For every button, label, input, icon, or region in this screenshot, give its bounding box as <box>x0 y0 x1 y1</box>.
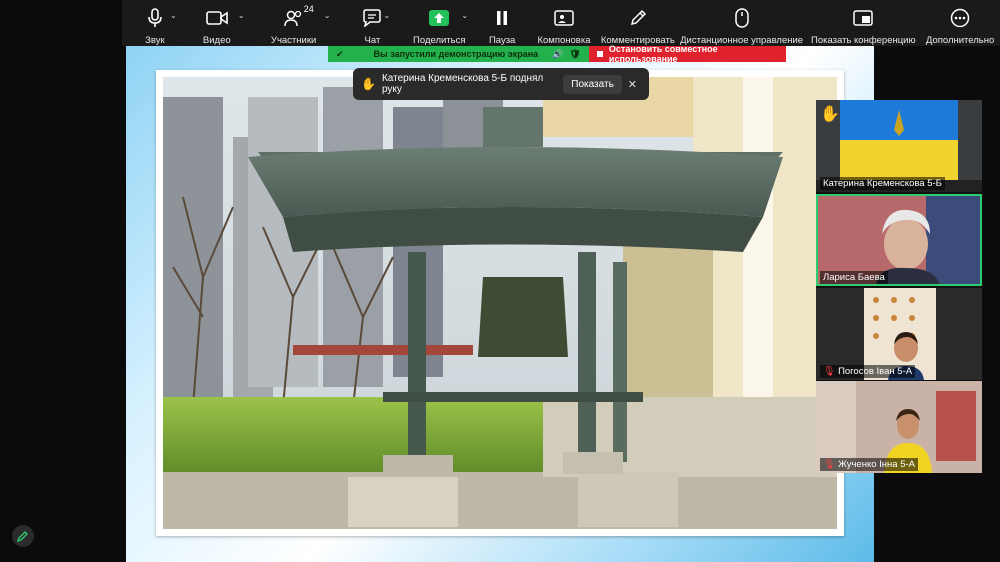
notification-text: Катерина Кременскова 5-Б поднял руку <box>381 73 544 95</box>
pencil-icon <box>629 8 647 28</box>
layout-button[interactable]: Компоновка <box>529 0 599 46</box>
layout-icon <box>554 8 574 28</box>
mouse-icon <box>734 8 749 28</box>
pencil-icon <box>17 531 28 542</box>
raised-hand-icon: ✋ <box>820 106 840 123</box>
audio-button[interactable]: ⌄ Звук <box>122 0 188 46</box>
share-screen-icon <box>429 8 450 28</box>
participant-name: 🎙 Жученко Інна 5-А <box>820 458 918 471</box>
screen-share-banner: ✔ Вы запустили демонстрацию экрана 🔊 🛡 О… <box>328 44 786 64</box>
share-screen-button[interactable]: ⌄ Поделиться <box>403 0 475 46</box>
more-icon <box>950 8 970 28</box>
participant-tile[interactable]: ✋ Катерина Кременскова 5-Б <box>816 100 982 192</box>
raise-hand-notification: ✋ Катерина Кременскова 5-Б поднял руку П… <box>353 68 649 100</box>
chevron-down-icon[interactable]: ⌄ <box>461 11 468 20</box>
muted-microphone-icon: 🎙 <box>823 459 836 470</box>
video-gallery: ✋ Катерина Кременскова 5-Б Лариса Баева <box>816 100 982 473</box>
peace-bell-photo <box>163 77 837 529</box>
meeting-window: ⌄ Звук ⌄ Видео 24 ⌄ Участники ⌄ Чат ⌄ По… <box>0 0 1000 562</box>
meeting-toolbar: ⌄ Звук ⌄ Видео 24 ⌄ Участники ⌄ Чат ⌄ По… <box>122 0 1000 46</box>
remote-control-button[interactable]: Дистанционное управление <box>677 0 807 46</box>
participant-name: Катерина Кременскова 5-Б <box>820 177 945 190</box>
chevron-down-icon[interactable]: ⌄ <box>384 11 391 20</box>
chevron-down-icon[interactable]: ⌄ <box>238 11 245 20</box>
video-camera-icon <box>205 8 228 28</box>
chat-icon <box>362 8 382 28</box>
shared-photo-frame <box>156 70 844 536</box>
muted-microphone-icon: 🎙 <box>823 366 836 377</box>
participants-icon <box>283 8 304 28</box>
raised-hand-icon: ✋ <box>361 77 376 91</box>
participants-count: 24 <box>303 4 314 14</box>
microphone-icon <box>147 8 163 28</box>
participant-tile[interactable]: 🎙 Жученко Інна 5-А <box>816 381 982 473</box>
chevron-down-icon[interactable]: ⌄ <box>170 11 177 20</box>
participants-button[interactable]: 24 ⌄ Участники <box>246 0 342 46</box>
show-participant-button[interactable]: Показать <box>563 74 622 94</box>
show-meeting-icon <box>853 8 874 28</box>
share-status: ✔ Вы запустили демонстрацию экрана 🔊 🛡 <box>328 46 589 62</box>
annotate-button[interactable]: Комментировать <box>599 0 677 46</box>
show-meeting-button[interactable]: Показать конференцию <box>806 0 920 46</box>
participant-tile[interactable]: 🎙 Погосов Іван 5-А <box>816 288 982 380</box>
chevron-down-icon[interactable]: ⌄ <box>324 11 331 20</box>
participant-tile[interactable]: Лариса Баева <box>816 194 982 286</box>
participant-name: 🎙 Погосов Іван 5-А <box>820 365 916 378</box>
chat-button[interactable]: ⌄ Чат <box>342 0 404 46</box>
speaker-icon: 🔊 <box>552 48 564 59</box>
signal-icon: ✔ <box>336 48 344 59</box>
more-button[interactable]: Дополнительно <box>920 0 1000 46</box>
participant-name: Лариса Баева <box>820 271 888 284</box>
stop-icon <box>597 51 603 57</box>
annotation-tool-button[interactable] <box>12 525 34 547</box>
video-button[interactable]: ⌄ Видео <box>188 0 246 46</box>
pause-share-button[interactable]: Пауза <box>475 0 529 46</box>
shield-icon: 🛡 <box>569 48 581 59</box>
stop-share-button[interactable]: Остановить совместное использование <box>589 44 786 64</box>
close-icon[interactable]: ✕ <box>628 78 637 91</box>
pause-icon <box>495 8 509 28</box>
